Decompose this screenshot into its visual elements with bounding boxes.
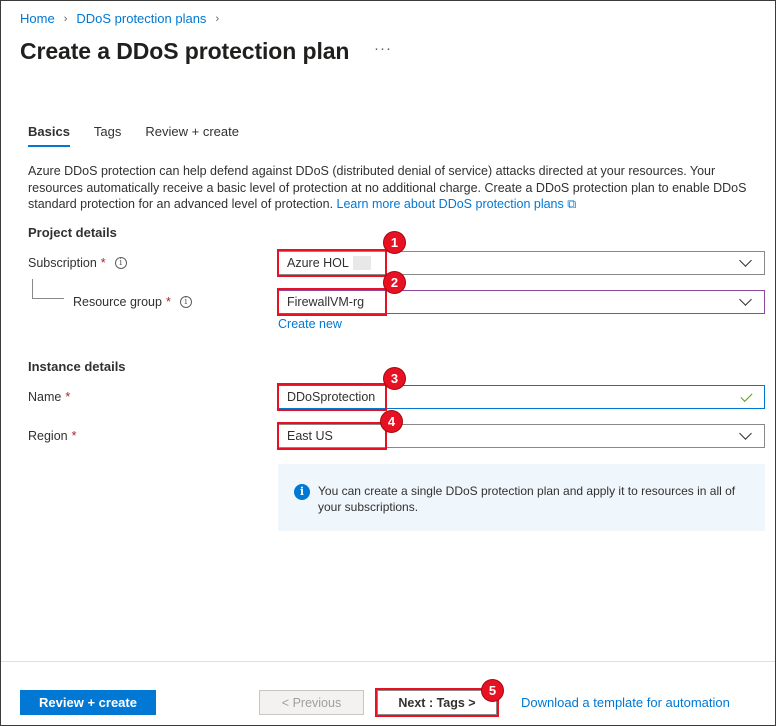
next-tags-button[interactable]: Next : Tags >: [377, 690, 497, 715]
create-new-link[interactable]: Create new: [278, 317, 342, 331]
resource-group-label: Resource group * i: [73, 295, 192, 309]
resource-group-value: FirewallVM-rg: [287, 295, 365, 309]
annotation-badge-3: 3: [383, 367, 406, 390]
footer-divider: [1, 661, 775, 662]
info-icon[interactable]: i: [179, 296, 192, 308]
previous-button[interactable]: < Previous: [259, 690, 364, 715]
more-options-icon[interactable]: ···: [374, 40, 392, 57]
chevron-down-icon: [739, 254, 752, 267]
annotation-badge-2: 2: [383, 271, 406, 294]
chevron-down-icon: [739, 293, 752, 306]
project-details-heading: Project details: [28, 225, 117, 240]
subscription-label: Subscription * i: [28, 256, 127, 270]
required-asterisk: *: [165, 295, 171, 309]
subscription-value: Azure HOL: [287, 255, 349, 270]
info-message-text: You can create a single DDoS protection …: [318, 484, 736, 514]
annotation-badge-1: 1: [383, 231, 406, 254]
annotation-badge-4: 4: [380, 410, 403, 433]
learn-more-link[interactable]: Learn more about DDoS protection plans ⧉: [337, 197, 577, 211]
name-value: DDoSprotection: [287, 390, 376, 404]
info-circle-icon: i: [294, 484, 310, 500]
breadcrumb-ddos-plans[interactable]: DDoS protection plans: [76, 11, 206, 26]
breadcrumb: Home › DDoS protection plans ›: [20, 11, 228, 26]
info-icon[interactable]: i: [114, 257, 127, 269]
instance-details-heading: Instance details: [28, 359, 126, 374]
region-value: East US: [287, 429, 333, 443]
tab-basics[interactable]: Basics: [28, 124, 70, 147]
redacted-mask: [352, 256, 371, 271]
tab-bar: Basics Tags Review + create: [28, 124, 263, 147]
region-dropdown[interactable]: East US: [278, 424, 765, 448]
region-label: Region *: [28, 429, 77, 443]
external-link-icon: ⧉: [567, 197, 577, 211]
tree-connector: [32, 279, 64, 299]
name-label: Name *: [28, 390, 71, 404]
page-title: Create a DDoS protection plan: [20, 38, 350, 64]
required-asterisk: *: [71, 429, 77, 443]
download-template-link[interactable]: Download a template for automation: [521, 695, 730, 710]
subscription-dropdown[interactable]: Azure HOL: [278, 251, 765, 275]
annotation-badge-5: 5: [481, 679, 504, 702]
review-create-button[interactable]: Review + create: [20, 690, 156, 715]
info-message-box: i You can create a single DDoS protectio…: [278, 464, 765, 531]
required-asterisk: *: [100, 256, 106, 270]
required-asterisk: *: [65, 390, 71, 404]
chevron-down-icon: [739, 427, 752, 440]
breadcrumb-separator-icon: ›: [63, 12, 68, 25]
tab-review-create[interactable]: Review + create: [145, 124, 239, 147]
name-input[interactable]: DDoSprotection: [278, 385, 765, 409]
tab-tags[interactable]: Tags: [94, 124, 121, 147]
breadcrumb-home[interactable]: Home: [20, 11, 55, 26]
resource-group-dropdown[interactable]: FirewallVM-rg: [278, 290, 765, 314]
description: Azure DDoS protection can help defend ag…: [28, 163, 758, 213]
breadcrumb-separator-icon: ›: [215, 12, 220, 25]
checkmark-icon: [740, 389, 753, 402]
